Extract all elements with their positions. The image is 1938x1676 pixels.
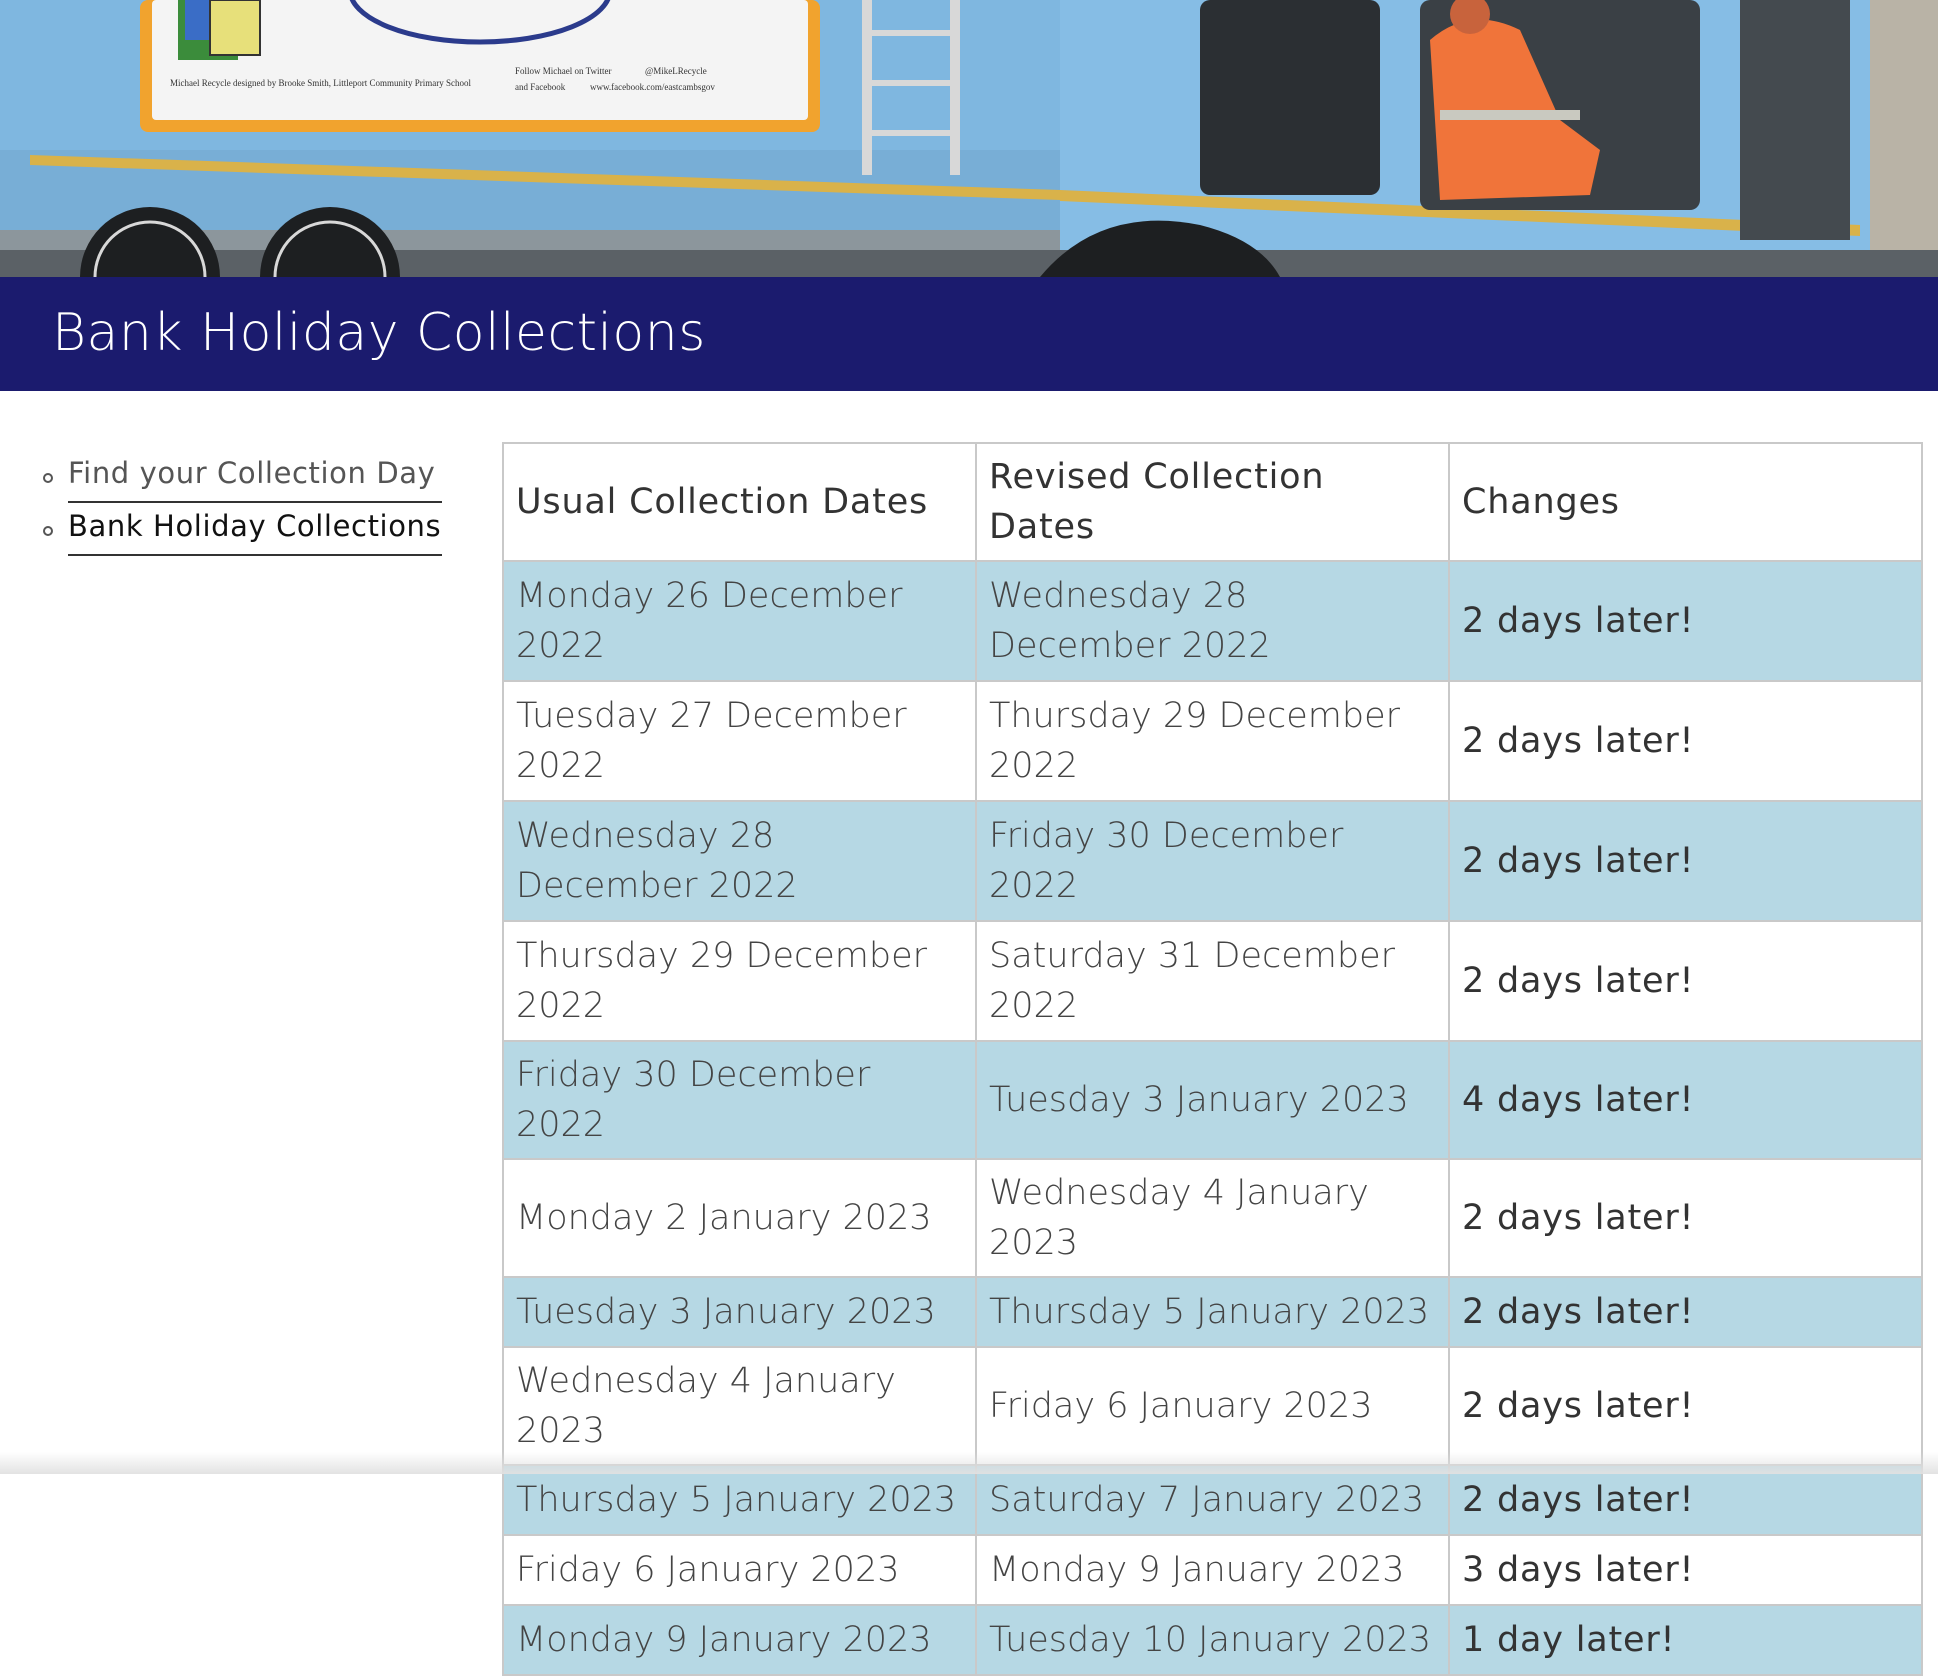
usual-date-cell: Friday 6 January 2023 (502, 1534, 977, 1606)
change-cell: 2 days later! (1448, 920, 1923, 1042)
table-row: Tuesday 3 January 2023 Thursday 5 Januar… (502, 1276, 1923, 1348)
sidebar-item-find-collection-day: Find your Collection Day (40, 450, 442, 503)
usual-date-cell: Monday 2 January 2023 (502, 1158, 977, 1278)
revised-date-cell: Friday 6 January 2023 (975, 1346, 1450, 1466)
revised-date-cell: Thursday 5 January 2023 (975, 1276, 1450, 1348)
revised-date-cell: Tuesday 10 January 2023 (975, 1604, 1450, 1676)
revised-date-cell: Saturday 7 January 2023 (975, 1464, 1450, 1536)
page-title: Bank Holiday Collections (52, 303, 706, 363)
sidebar-item-bank-holiday-collections: Bank Holiday Collections (40, 503, 442, 556)
usual-date-cell: Wednesday 4 January 2023 (502, 1346, 977, 1466)
collection-dates-table: Usual Collection Dates Revised Collectio… (502, 442, 1923, 1676)
usual-date-cell: Monday 9 January 2023 (502, 1604, 977, 1676)
table-row: Thursday 5 January 2023 Saturday 7 Janua… (502, 1464, 1923, 1536)
table-row: Tuesday 27 December 2022 Thursday 29 Dec… (502, 680, 1923, 802)
change-cell: 2 days later! (1448, 1276, 1923, 1348)
change-cell: 2 days later! (1448, 1158, 1923, 1278)
usual-date-cell: Friday 30 December 2022 (502, 1040, 977, 1160)
change-cell: 4 days later! (1448, 1040, 1923, 1160)
change-cell: 2 days later! (1448, 800, 1923, 922)
page-title-banner: Bank Holiday Collections (0, 277, 1938, 391)
change-cell: 2 days later! (1448, 560, 1923, 682)
usual-date-cell: Thursday 5 January 2023 (502, 1464, 977, 1536)
collection-dates-table-container: Usual Collection Dates Revised Collectio… (502, 442, 1923, 1676)
change-cell: 2 days later! (1448, 1346, 1923, 1466)
table-row: Thursday 29 December 2022 Saturday 31 De… (502, 920, 1923, 1042)
change-cell: 2 days later! (1448, 680, 1923, 802)
header-revised-dates: Revised Collection Dates (975, 442, 1450, 562)
change-cell: 2 days later! (1448, 1464, 1923, 1536)
hero-sign-caption: Michael Recycle designed by Brooke Smith… (170, 78, 471, 88)
bullet-icon (43, 526, 53, 536)
revised-date-cell: Friday 30 December 2022 (975, 800, 1450, 922)
revised-date-cell: Wednesday 4 January 2023 (975, 1158, 1450, 1278)
table-row: Monday 2 January 2023 Wednesday 4 Januar… (502, 1158, 1923, 1278)
revised-date-cell: Monday 9 January 2023 (975, 1534, 1450, 1606)
usual-date-cell: Tuesday 27 December 2022 (502, 680, 977, 802)
usual-date-cell: Wednesday 28 December 2022 (502, 800, 977, 922)
revised-date-cell: Saturday 31 December 2022 (975, 920, 1450, 1042)
table-row: Friday 30 December 2022 Tuesday 3 Januar… (502, 1040, 1923, 1160)
usual-date-cell: Tuesday 3 January 2023 (502, 1276, 977, 1348)
sidebar-link-bank-holiday-collections[interactable]: Bank Holiday Collections (68, 503, 442, 556)
change-cell: 1 day later! (1448, 1604, 1923, 1676)
sidebar-link-find-collection-day[interactable]: Find your Collection Day (68, 450, 442, 503)
hero-sign-follow-line1: Follow Michael on Twitter (515, 66, 611, 76)
revised-date-cell: Wednesday 28 December 2022 (975, 560, 1450, 682)
usual-date-cell: Monday 26 December 2022 (502, 560, 977, 682)
hero-truck-illustration: Michael Recycle designed by Brooke Smith… (0, 0, 1938, 277)
revised-date-cell: Tuesday 3 January 2023 (975, 1040, 1450, 1160)
header-usual-dates: Usual Collection Dates (502, 442, 977, 562)
table-header-row: Usual Collection Dates Revised Collectio… (502, 442, 1923, 562)
hero-image: Michael Recycle designed by Brooke Smith… (0, 0, 1938, 277)
revised-date-cell: Thursday 29 December 2022 (975, 680, 1450, 802)
header-changes: Changes (1448, 442, 1923, 562)
hero-sign-facebook: www.facebook.com/eastcambsgov (590, 82, 715, 92)
hero-sign-follow-line2: and Facebook (515, 82, 566, 92)
table-row: Friday 6 January 2023 Monday 9 January 2… (502, 1534, 1923, 1606)
table-row: Wednesday 28 December 2022 Friday 30 Dec… (502, 800, 1923, 922)
usual-date-cell: Thursday 29 December 2022 (502, 920, 977, 1042)
side-navigation: Find your Collection Day Bank Holiday Co… (40, 450, 442, 556)
table-row: Monday 9 January 2023 Tuesday 10 January… (502, 1604, 1923, 1676)
table-row: Wednesday 4 January 2023 Friday 6 Januar… (502, 1346, 1923, 1466)
bullet-icon (43, 473, 53, 483)
change-cell: 3 days later! (1448, 1534, 1923, 1606)
hero-sign-twitter: @MikeLRecycle (645, 66, 707, 76)
table-row: Monday 26 December 2022 Wednesday 28 Dec… (502, 560, 1923, 682)
